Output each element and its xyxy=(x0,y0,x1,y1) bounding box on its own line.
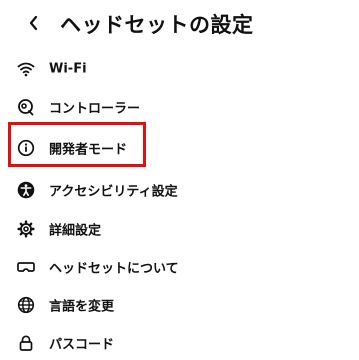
menu-item-accessibility[interactable]: アクセシビリティ設定 xyxy=(0,170,359,210)
menu-item-controller[interactable]: コントローラー xyxy=(0,88,359,126)
globe-icon xyxy=(17,296,35,314)
chevron-left-icon xyxy=(28,15,40,35)
menu-item-label: パスコード xyxy=(49,337,115,353)
settings-menu: Wi-Fi コントローラー 開発者モード アクセシビリティ設定 詳細設定 ヘッド… xyxy=(0,50,359,360)
accessibility-icon xyxy=(17,181,35,199)
menu-item-label: Wi-Fi xyxy=(49,61,87,77)
lock-icon xyxy=(17,334,35,352)
menu-item-label: ヘッドセットについて xyxy=(49,261,179,277)
menu-item-advanced-settings[interactable]: 詳細設定 xyxy=(0,210,359,248)
menu-item-label: コントローラー xyxy=(49,101,141,117)
headset-icon xyxy=(17,258,35,276)
menu-item-language[interactable]: 言語を変更 xyxy=(0,286,359,324)
page-title: ヘッドセットの設定 xyxy=(60,13,254,37)
controller-icon xyxy=(17,98,35,116)
menu-item-label: アクセシビリティ設定 xyxy=(49,184,178,200)
gear-icon xyxy=(17,220,35,238)
header-bar: ヘッドセットの設定 xyxy=(0,0,359,52)
info-icon xyxy=(17,139,35,157)
menu-item-label: 開発者モード xyxy=(49,142,128,158)
menu-item-about-headset[interactable]: ヘッドセットについて xyxy=(0,248,359,286)
headset-settings-screen: ヘッドセットの設定 Wi-Fi コントローラー 開発者モード アクセシビリティ設… xyxy=(0,0,359,360)
menu-item-passcode[interactable]: パスコード xyxy=(0,324,359,360)
menu-item-label: 言語を変更 xyxy=(49,299,115,315)
wifi-icon xyxy=(17,60,35,78)
menu-item-developer-mode[interactable]: 開発者モード xyxy=(0,126,359,170)
menu-item-wifi[interactable]: Wi-Fi xyxy=(0,50,359,88)
menu-item-label: 詳細設定 xyxy=(49,223,102,239)
back-button[interactable] xyxy=(22,12,46,38)
